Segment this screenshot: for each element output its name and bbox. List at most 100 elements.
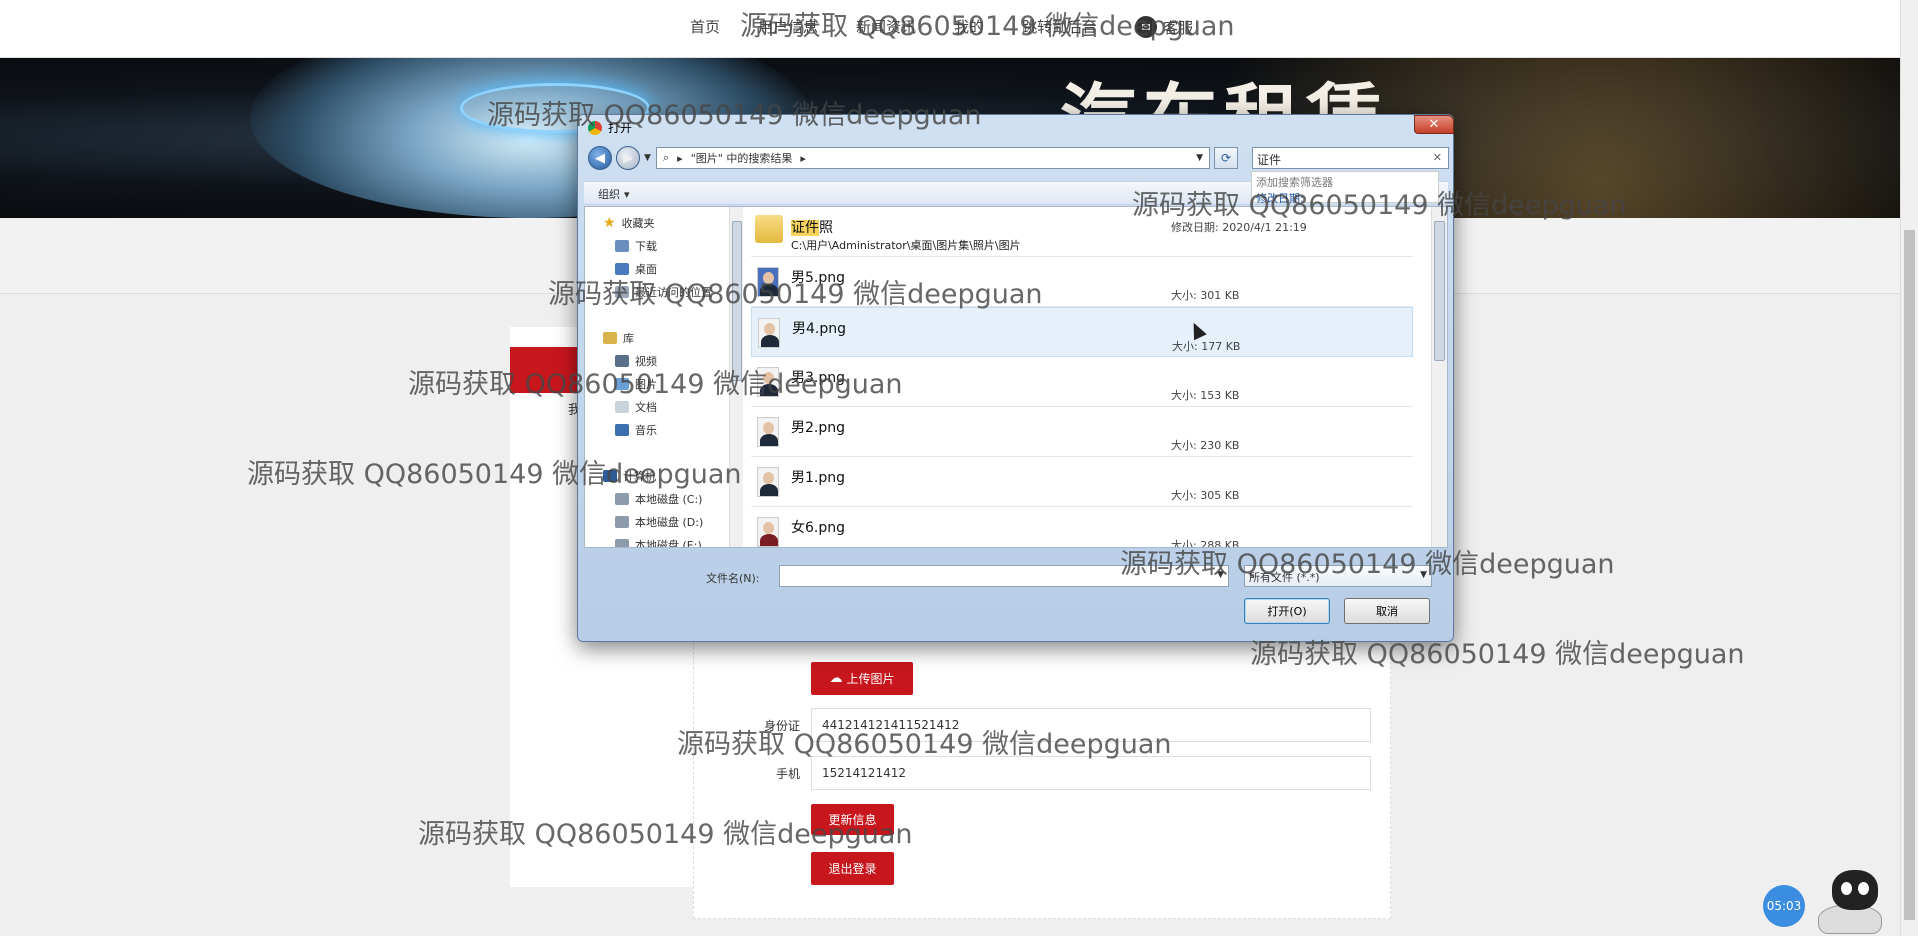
folder-row[interactable]: 证件照 C:\用户\Administrator\桌面\图片集\照片\图片 修改日… <box>751 207 1413 257</box>
tree-label: 计算机 <box>623 470 656 483</box>
address-dropdown-icon[interactable]: ▼ <box>1196 153 1203 163</box>
filename-input[interactable]: ▼ <box>779 565 1229 587</box>
nav-user-info[interactable]: 用户信息 <box>758 16 818 38</box>
tree-drive-e[interactable]: 本地磁盘 (E:) <box>615 537 702 547</box>
breadcrumb[interactable]: "图片" 中的搜索结果 <box>691 150 793 166</box>
tree-scrollbar[interactable] <box>729 207 743 547</box>
mascot-eye-right <box>1858 882 1869 895</box>
recent-icon <box>615 286 629 298</box>
music-icon <box>615 424 629 436</box>
cancel-button[interactable]: 取消 <box>1344 598 1430 624</box>
dialog-client: ★ 收藏夹 下载 桌面 最近访问的位置 库 视频 图片 文档 音乐 计算机 本地… <box>584 206 1448 548</box>
search-filter-modified[interactable]: 修改日期: <box>1256 190 1434 206</box>
address-row: ◀ ▶ ▼ ⌕ ▸ "图片" 中的搜索结果 ▸ ▼ ⟳ 证件 ✕ <box>588 146 1449 170</box>
top-navigation: 首页 用户信息 新闻资讯 我的 跳转到后台 ✉ 客服 <box>0 0 1900 58</box>
id-card-field[interactable]: 441214121411521412 <box>811 708 1371 742</box>
search-filter-dropdown: 添加搜索筛选器 修改日期: <box>1251 171 1439 206</box>
file-size: 大小: 153 KB <box>1171 389 1240 402</box>
file-row[interactable]: 男2.png 大小: 230 KB <box>751 407 1413 457</box>
mascot-widget[interactable] <box>1812 868 1900 936</box>
close-button[interactable]: ✕ <box>1414 115 1454 134</box>
breadcrumb-separator-icon: ▸ <box>677 151 683 165</box>
folder-name-rest: 照 <box>819 220 833 236</box>
nav-service[interactable]: ✉ 客服 <box>1135 16 1193 38</box>
nav-home[interactable]: 首页 <box>690 16 720 38</box>
chevron-down-icon[interactable]: ▼ <box>1217 570 1224 580</box>
wechat-icon: ✉ <box>1135 16 1158 38</box>
breadcrumb-chevron-icon[interactable]: ▸ <box>800 152 806 165</box>
file-open-dialog: 打开 ✕ ◀ ▶ ▼ ⌕ ▸ "图片" 中的搜索结果 ▸ ▼ ⟳ 证件 ✕ 添加… <box>577 114 1454 642</box>
tree-recent[interactable]: 最近访问的位置 <box>615 284 712 300</box>
tree-downloads[interactable]: 下载 <box>615 238 657 254</box>
file-row[interactable]: 男5.png 大小: 301 KB <box>751 257 1413 307</box>
tree-label: 图片 <box>635 378 657 391</box>
video-icon <box>615 355 629 367</box>
organize-label: 组织 <box>598 188 620 201</box>
tree-label: 桌面 <box>635 263 657 276</box>
refresh-button[interactable]: ⟳ <box>1214 147 1238 169</box>
search-input[interactable]: 证件 ✕ <box>1252 147 1449 169</box>
chevron-down-icon: ▼ <box>1420 570 1427 580</box>
image-thumbnail-icon <box>757 367 779 397</box>
tree-videos[interactable]: 视频 <box>615 353 657 369</box>
file-list-scrollbar[interactable] <box>1431 207 1447 547</box>
mascot-head <box>1832 870 1878 910</box>
drive-icon <box>615 493 629 505</box>
nav-mine[interactable]: 我的 <box>954 16 984 38</box>
timer-badge[interactable]: 05:03 <box>1763 885 1805 927</box>
file-size: 大小: 301 KB <box>1171 289 1240 302</box>
logout-button[interactable]: 退出登录 <box>811 852 894 885</box>
tree-documents[interactable]: 文档 <box>615 399 657 415</box>
file-size: 大小: 230 KB <box>1171 439 1240 452</box>
search-filter-hint: 添加搜索筛选器 <box>1256 176 1333 189</box>
tree-computer[interactable]: 计算机 <box>603 468 656 484</box>
nav-news[interactable]: 新闻资讯 <box>856 16 916 38</box>
folder-path: C:\用户\Administrator\桌面\图片集\照片\图片 <box>791 239 1021 252</box>
forward-button[interactable]: ▶ <box>616 146 640 170</box>
filename-label: 文件名(N): <box>706 572 760 585</box>
file-name: 男4.png <box>792 321 847 337</box>
tree-label: 文档 <box>635 401 657 414</box>
tree-drive-c[interactable]: 本地磁盘 (C:) <box>615 491 702 507</box>
phone-field[interactable]: 15214121412 <box>811 756 1371 790</box>
dialog-title: 打开 <box>608 121 633 135</box>
pictures-icon <box>615 378 629 390</box>
tree-label: 下载 <box>635 240 657 253</box>
tree-desktop[interactable]: 桌面 <box>615 261 657 277</box>
file-row[interactable]: 女6.png 大小: 288 KB <box>751 507 1413 547</box>
image-thumbnail-icon <box>758 318 780 348</box>
page-scrollbar[interactable] <box>1900 0 1918 936</box>
page-scrollbar-thumb[interactable] <box>1904 230 1915 920</box>
tree-libraries[interactable]: 库 <box>603 330 634 346</box>
tree-label: 音乐 <box>635 424 657 437</box>
tree-favorites[interactable]: ★ 收藏夹 <box>603 215 655 231</box>
file-name: 女6.png <box>791 520 846 536</box>
update-info-button[interactable]: 更新信息 <box>811 804 894 835</box>
upload-image-label: 上传图片 <box>846 672 895 686</box>
folder-name-highlight: 证件 <box>791 220 819 236</box>
file-type-select[interactable]: 所有文件 (*.*) ▼ <box>1244 565 1432 587</box>
navigation-pane: ★ 收藏夹 下载 桌面 最近访问的位置 库 视频 图片 文档 音乐 计算机 本地… <box>585 207 745 547</box>
open-button[interactable]: 打开(O) <box>1244 598 1330 624</box>
search-folder-icon: ⌕ <box>663 151 670 164</box>
nav-service-label: 客服 <box>1163 18 1194 37</box>
tree-music[interactable]: 音乐 <box>615 422 657 438</box>
tree-pictures[interactable]: 图片 <box>615 376 657 392</box>
tree-scrollbar-thumb[interactable] <box>732 221 742 381</box>
file-row-selected[interactable]: 男4.png 大小: 177 KB <box>751 307 1413 357</box>
history-dropdown-icon[interactable]: ▼ <box>644 153 651 163</box>
file-row[interactable]: 男1.png 大小: 305 KB <box>751 457 1413 507</box>
file-size: 大小: 305 KB <box>1171 489 1240 502</box>
tree-drive-d[interactable]: 本地磁盘 (D:) <box>615 514 703 530</box>
upload-image-button[interactable]: ☁ 上传图片 <box>811 662 913 695</box>
mascot-eye-left <box>1841 882 1852 895</box>
file-name: 男3.png <box>791 370 846 386</box>
file-list-scrollbar-thumb[interactable] <box>1434 221 1445 361</box>
address-bar[interactable]: ⌕ ▸ "图片" 中的搜索结果 ▸ ▼ <box>656 147 1210 169</box>
chrome-icon <box>588 120 602 135</box>
nav-admin[interactable]: 跳转到后台 <box>1022 16 1097 38</box>
file-row[interactable]: 男3.png 大小: 153 KB <box>751 357 1413 407</box>
organize-menu[interactable]: 组织 ▾ <box>598 186 630 202</box>
clear-search-icon[interactable]: ✕ <box>1433 151 1442 164</box>
back-button[interactable]: ◀ <box>588 146 612 170</box>
